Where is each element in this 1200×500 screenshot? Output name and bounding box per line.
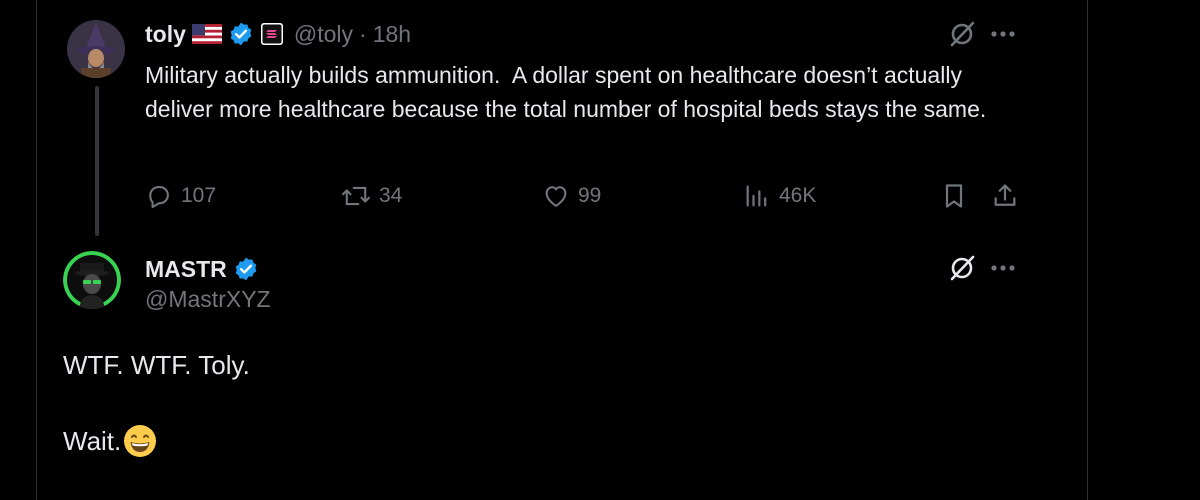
reply-text-line: WTF. WTF. Toly. <box>63 350 250 381</box>
like-button[interactable]: 99 <box>542 176 601 216</box>
share-button[interactable] <box>991 176 1019 216</box>
bookmark-button[interactable] <box>941 176 967 216</box>
separator-dot: · <box>359 20 367 47</box>
verified-badge-icon[interactable] <box>233 256 259 282</box>
display-name[interactable]: MASTR <box>145 256 227 283</box>
reply-count: 107 <box>181 184 217 207</box>
more-options-icon[interactable] <box>990 30 1016 38</box>
timestamp[interactable]: 18h <box>373 21 411 48</box>
heart-icon <box>542 182 570 210</box>
bookmark-icon <box>941 182 967 210</box>
like-count: 99 <box>578 184 602 207</box>
share-icon <box>991 182 1019 210</box>
repost-count: 34 <box>379 184 403 207</box>
reply-text-line2: Wait. <box>63 425 122 456</box>
reply-button[interactable]: 107 <box>145 176 216 216</box>
us-flag-icon <box>191 24 222 44</box>
solana-badge-icon[interactable] <box>260 22 284 46</box>
tweet-header-mastr: MASTR <box>145 252 259 286</box>
avatar-toly[interactable] <box>67 20 125 78</box>
grok-icon[interactable] <box>948 20 976 48</box>
handle[interactable]: @toly <box>294 21 353 48</box>
repost-icon <box>341 182 371 210</box>
more-options-icon[interactable] <box>990 264 1016 272</box>
verified-badge-icon[interactable] <box>228 21 254 47</box>
views-chart-icon <box>743 182 771 210</box>
tweet-header-toly: toly @toly · 18h <box>145 17 411 51</box>
reply-text-line: Wait. <box>63 424 157 458</box>
grinning-face-emoji-icon <box>123 424 157 458</box>
repost-button[interactable]: 34 <box>341 176 402 216</box>
tweet-actions: 107 34 99 46K <box>145 176 1025 216</box>
grok-icon[interactable] <box>948 254 976 282</box>
views-button[interactable]: 46K <box>743 176 816 216</box>
reply-text-line1: WTF. WTF. Toly. <box>63 350 250 380</box>
views-count: 46K <box>779 184 817 207</box>
display-name[interactable]: toly <box>145 21 186 48</box>
avatar-mastr[interactable] <box>63 251 121 309</box>
tweet-text: Military actually builds ammunition. A d… <box>145 62 987 122</box>
thread-connector-line <box>95 86 99 236</box>
handle[interactable]: @MastrXYZ <box>145 286 271 313</box>
reply-icon <box>145 182 173 210</box>
